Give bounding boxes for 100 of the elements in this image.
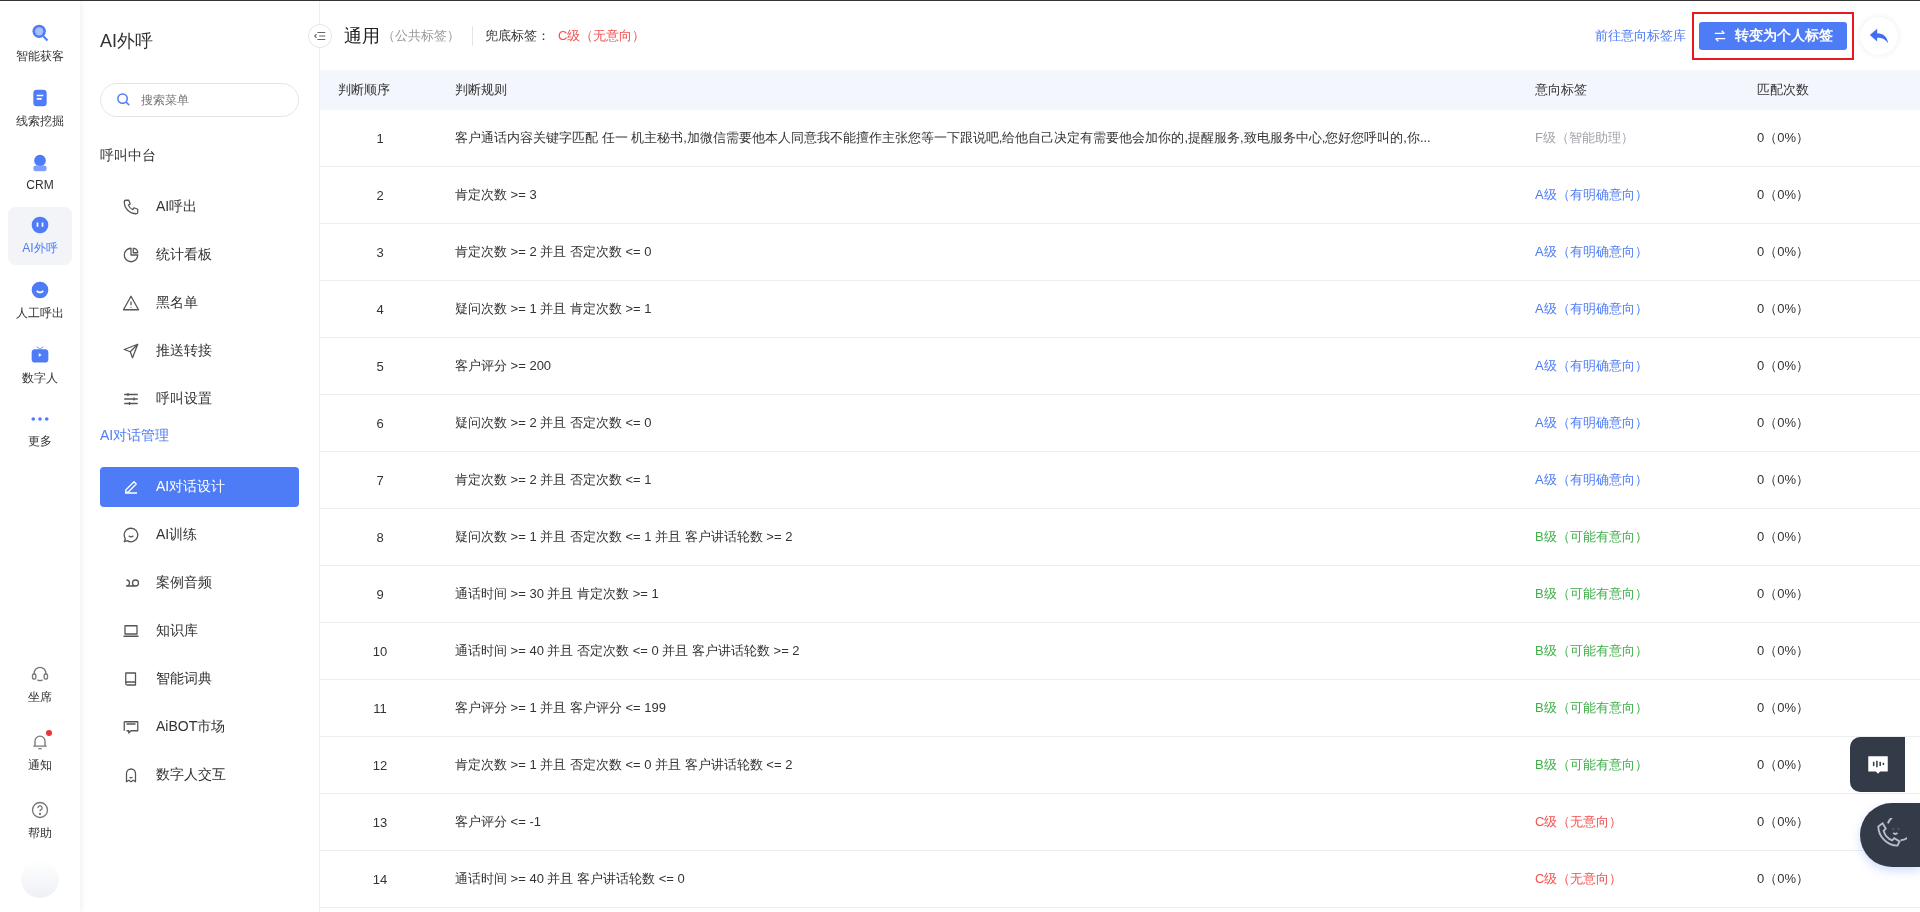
table-cell-text: 4: [375, 301, 385, 317]
table-cell-text: 客户评分 <= -1: [455, 813, 542, 831]
intent-tag: A级（有明确意向）: [1535, 414, 1757, 432]
rail-item[interactable]: 数字人: [8, 337, 72, 395]
table-cell: 0（0%）: [1757, 585, 1810, 603]
menu-item[interactable]: AiBOT市场: [100, 707, 299, 747]
table-cell-text: 14: [371, 871, 389, 887]
more-icon: [31, 416, 49, 422]
table-cell: 0（0%）: [1757, 186, 1810, 204]
table-cell-text: 3: [375, 244, 385, 260]
intent-tag: A级（有明确意向）: [1535, 357, 1757, 375]
chat-bubble-icon: [122, 526, 140, 544]
menu-item[interactable]: 智能词典: [100, 659, 299, 699]
menu-item[interactable]: 推送转接: [100, 331, 299, 371]
intent-tag: A级（有明确意向）: [1535, 243, 1757, 261]
menu-item[interactable]: 统计看板: [100, 235, 299, 275]
menu-item[interactable]: AI呼出: [100, 187, 299, 227]
intent-tag: B级（可能有意向）: [1535, 699, 1757, 717]
intent-tag: C级（无意向）: [1535, 870, 1757, 888]
menu-group-label: AI对话管理: [100, 427, 170, 445]
intent-tag: B级（可能有意向）: [1535, 528, 1757, 546]
menu-item[interactable]: 黑名单: [100, 283, 299, 323]
magnifier-icon: [30, 23, 50, 43]
convert-button[interactable]: 转变为个人标签: [1699, 21, 1847, 50]
rail-item[interactable]: AI外呼: [8, 207, 72, 265]
intent-tag: B级（可能有意向）: [1535, 642, 1757, 660]
search-field[interactable]: 搜索菜单: [100, 83, 299, 117]
pie-chart-icon: [122, 246, 140, 264]
intent-tag: B级（可能有意向）: [1535, 756, 1757, 774]
table-cell-text: 11: [372, 700, 388, 716]
rail-item[interactable]: 通知: [8, 724, 72, 782]
person-icon: [30, 153, 50, 173]
table-cell-text: 客户评分 >= 200: [455, 357, 553, 375]
rail-item[interactable]: 坐席: [8, 656, 72, 714]
chat-window-icon: [122, 718, 140, 736]
rail-item[interactable]: 人工呼出: [8, 272, 72, 330]
tag-library-link[interactable]: 前往意向标签库: [1595, 26, 1686, 45]
menu-item[interactable]: 知识库: [100, 611, 299, 651]
rail-item[interactable]: 线索挖掘: [8, 80, 72, 138]
menu-item[interactable]: 数字人交互: [100, 755, 299, 795]
send-icon: [122, 342, 140, 360]
tv-icon: [30, 345, 50, 365]
table-cell-text: 肯定次数 >= 1 并且 否定次数 <= 0 并且 客户讲话轮数 <= 2: [455, 756, 794, 774]
table-cell-text: 8: [375, 529, 385, 545]
column-header: 意向标签: [1535, 81, 1588, 99]
table-cell-text: 12: [371, 757, 389, 773]
back-button[interactable]: [1860, 16, 1898, 55]
table-cell: 0（0%）: [1757, 756, 1810, 774]
smiley-icon: [30, 280, 50, 300]
collapse-button[interactable]: [308, 23, 332, 48]
table-cell-text: 1: [375, 130, 385, 146]
table-cell-text: 肯定次数 >= 2 并且 否定次数 <= 0: [455, 243, 653, 261]
menu-item[interactable]: AI对话设计: [100, 467, 299, 507]
headset-icon: [30, 664, 50, 684]
table-cell-text: 5: [375, 358, 385, 374]
fallback-label: 兜底标签：: [485, 26, 550, 45]
call-assistant-button[interactable]: [1860, 803, 1920, 867]
table-cell-text: 肯定次数 >= 3: [455, 186, 538, 204]
document-icon: [30, 88, 50, 108]
menu-group-label: 呼叫中台: [100, 147, 156, 165]
table-cell: 0（0%）: [1757, 471, 1810, 489]
rail-item[interactable]: 更多: [8, 402, 72, 458]
voice-chat-button[interactable]: [1850, 737, 1905, 792]
table-cell-text: 13: [371, 814, 389, 830]
table-cell-text: 通话时间 >= 30 并且 肯定次数 >= 1: [455, 585, 660, 603]
table-cell: 0（0%）: [1757, 870, 1810, 888]
menu-item[interactable]: 呼叫设置: [100, 379, 299, 419]
table-cell: 0（0%）: [1757, 300, 1810, 318]
table-cell: 0（0%）: [1757, 414, 1810, 432]
table-cell-text: 客户评分 >= 1 并且 客户评分 <= 199: [455, 699, 667, 717]
intent-tag: A级（有明确意向）: [1535, 186, 1757, 204]
robot-icon: [30, 215, 50, 235]
table-cell-text: 6: [375, 415, 385, 431]
pencil-icon: [122, 478, 140, 496]
intent-tag: A级（有明确意向）: [1535, 471, 1757, 489]
table-cell-text: 9: [375, 586, 385, 602]
help-icon: [30, 800, 50, 820]
table-cell: 0（0%）: [1757, 642, 1810, 660]
table-cell-text: 10: [371, 643, 389, 659]
intent-tag: B级（可能有意向）: [1535, 585, 1757, 603]
laptop-icon: [122, 622, 140, 640]
table-cell: 0（0%）: [1757, 813, 1810, 831]
rail-item[interactable]: 帮助: [8, 792, 72, 850]
intent-tag: A级（有明确意向）: [1535, 300, 1757, 318]
table-cell: 0（0%）: [1757, 243, 1810, 261]
rail-item[interactable]: 智能获客: [8, 15, 72, 73]
column-header: 匹配次数: [1757, 81, 1809, 99]
table-cell-text: 疑问次数 >= 1 并且 否定次数 <= 1 并且 客户讲话轮数 >= 2: [455, 528, 794, 546]
warning-icon: [122, 294, 140, 312]
table-cell-text: 客户通话内容关键字匹配 任一 机主秘书,加微信需要他本人同意我不能擅作主张您等一下跟说吧,给他自己决定有需要他会加你的,提醒服务,致电服务中心,您好您呼叫的,你...: [455, 129, 1432, 147]
table-cell-text: 通话时间 >= 40 并且 客户讲话轮数 <= 0: [455, 870, 686, 888]
column-header: 判断规则: [455, 81, 508, 99]
menu-item[interactable]: AI训练: [100, 515, 299, 555]
table-cell-text: 疑问次数 >= 1 并且 肯定次数 >= 1: [455, 300, 653, 318]
menu-item[interactable]: 案例音频: [100, 563, 299, 603]
table-cell-text: 疑问次数 >= 2 并且 否定次数 <= 0: [455, 414, 653, 432]
sidebar-title: AI外呼: [100, 30, 153, 53]
rail-item[interactable]: CRM: [8, 145, 72, 200]
fallback-tag: C级（无意向）: [558, 26, 646, 45]
table-cell-text: 肯定次数 >= 2 并且 否定次数 <= 1: [455, 471, 653, 489]
